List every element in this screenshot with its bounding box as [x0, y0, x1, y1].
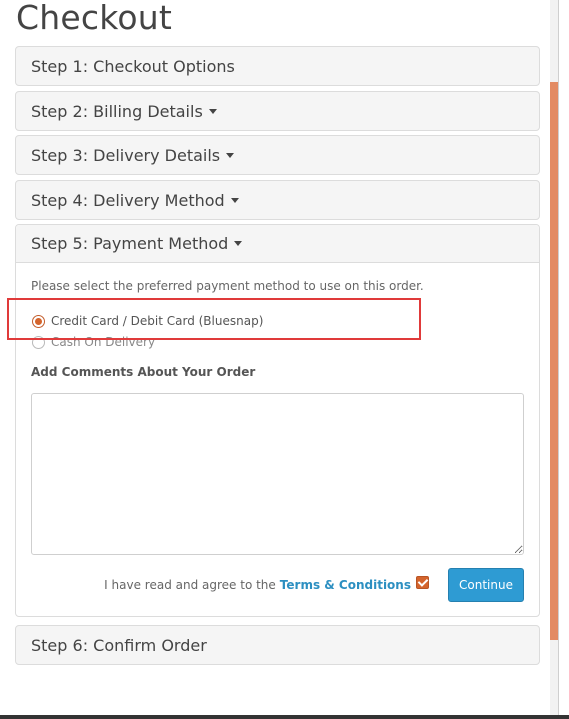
step-6-title: Step 6: Confirm Order: [31, 635, 207, 655]
step-5-title: Step 5: Payment Method: [31, 234, 229, 253]
comments-textarea[interactable]: [31, 393, 524, 555]
step-5-panel: Step 5: Payment Method Please select the…: [15, 224, 540, 617]
caret-down-icon: [230, 197, 239, 203]
step-2-title: Step 2: Billing Details: [31, 101, 203, 121]
step-6-panel[interactable]: Step 6: Confirm Order: [15, 625, 540, 665]
step-6-heading[interactable]: Step 6: Confirm Order: [16, 626, 539, 664]
step-4-heading[interactable]: Step 4: Delivery Method: [16, 181, 539, 219]
continue-button[interactable]: Continue: [448, 568, 524, 602]
window-bottom-edge: [0, 715, 569, 719]
highlight-annotation: [7, 298, 421, 340]
caret-down-icon: [234, 241, 243, 246]
agree-text: I have read and agree to the: [104, 578, 276, 592]
step-1-title: Step 1: Checkout Options: [31, 56, 235, 76]
terms-conditions-link[interactable]: Terms & Conditions: [280, 578, 411, 592]
caret-down-icon: [226, 152, 235, 158]
page-title: Checkout: [16, 0, 172, 37]
step-4-title: Step 4: Delivery Method: [31, 190, 225, 210]
step-4-panel[interactable]: Step 4: Delivery Method: [15, 180, 540, 220]
terms-agreement: I have read and agree to the Terms & Con…: [104, 575, 429, 592]
step-3-title: Step 3: Delivery Details: [31, 145, 221, 165]
step-3-heading[interactable]: Step 3: Delivery Details: [16, 136, 539, 174]
step-1-heading[interactable]: Step 1: Checkout Options: [16, 47, 539, 85]
scrollbar-divider: [558, 0, 559, 719]
step-2-heading[interactable]: Step 2: Billing Details: [16, 92, 539, 130]
comments-label: Add Comments About Your Order: [31, 365, 256, 379]
step-3-panel[interactable]: Step 3: Delivery Details: [15, 135, 540, 175]
step-2-panel[interactable]: Step 2: Billing Details: [15, 91, 540, 131]
payment-instruction: Please select the preferred payment meth…: [31, 279, 424, 293]
caret-down-icon: [208, 108, 217, 114]
step-5-heading[interactable]: Step 5: Payment Method: [16, 225, 539, 263]
scrollbar-thumb[interactable]: [550, 82, 558, 640]
agree-checkbox[interactable]: [416, 575, 429, 589]
step-1-panel[interactable]: Step 1: Checkout Options: [15, 46, 540, 86]
